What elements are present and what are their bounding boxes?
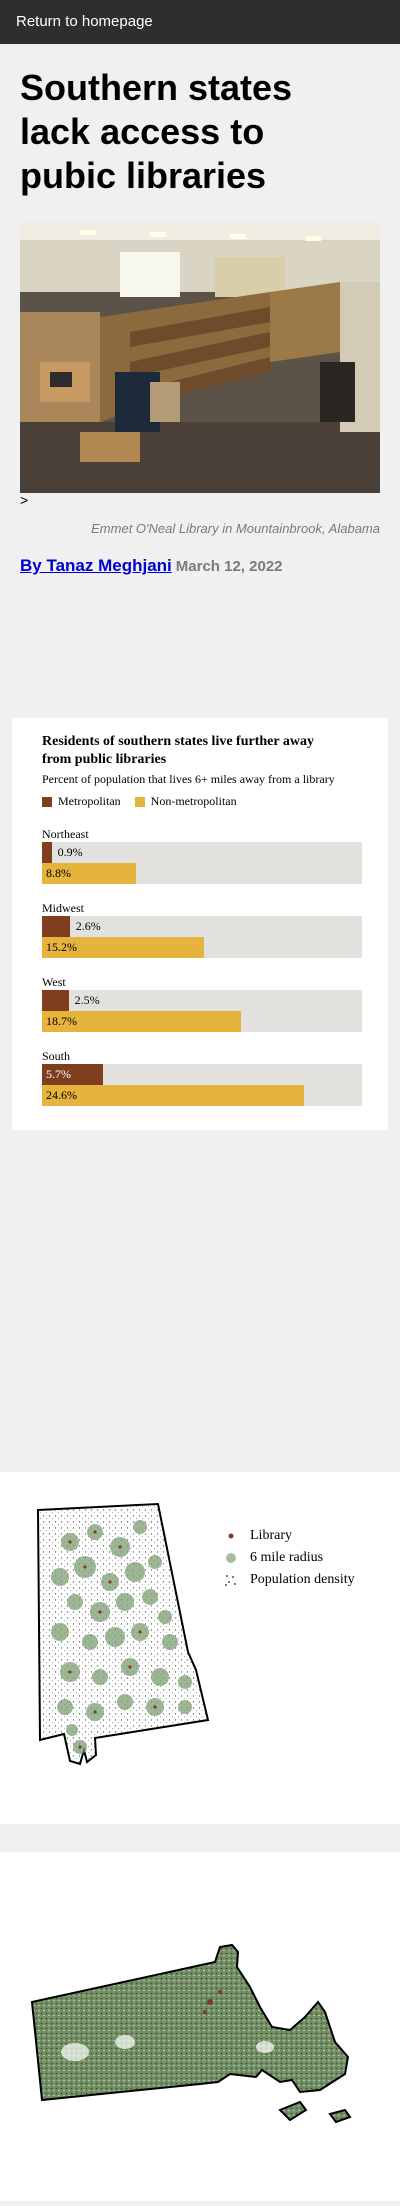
label-nonmetro-midwest: 15.2% [46,940,77,954]
map-legend-library-label: Library [250,1528,292,1543]
bar-metro-midwest [42,916,70,937]
label-nonmetro-south: 24.6% [46,1088,77,1102]
bar-track: 8.8% [42,863,362,884]
legend-label-metro: Metropolitan [58,794,121,808]
bar-track: 2.5% [42,990,362,1011]
label-nonmetro-northeast: 8.8% [46,866,71,880]
bar-track: 24.6% [42,1085,362,1106]
region-group-south: South 5.7% 24.6% [42,1048,362,1106]
bar-metro-west [42,990,69,1011]
map-legend-density-label: Population density [250,1572,355,1587]
label-nonmetro-west: 18.7% [46,1014,77,1028]
chart-subtitle: Percent of population that lives 6+ mile… [42,772,335,786]
stray-character: > [20,492,29,508]
label-metro-midwest: 2.6% [75,919,101,933]
region-group-midwest: Midwest 2.6% 15.2% [42,900,362,958]
bar-metro-northeast [42,842,52,863]
legend-swatch-metro [42,796,52,807]
publish-date: March 12, 2022 [175,558,283,575]
bar-chart-card: Residents of southern states live furthe… [12,718,388,1130]
chart-legend: Metropolitan Non-metropolitan [42,794,251,809]
library-photo [20,222,380,493]
legend-label-nonmetro: Non-metropolitan [150,794,237,808]
massachusetts-map [30,1943,352,2124]
photo-caption: Emmet O'Neal Library in Mountainbrook, A… [91,521,380,536]
island-nantucket [328,2108,352,2124]
chart-title: Residents of southern states live furthe… [42,734,314,767]
bar-track: 18.7% [42,1011,362,1032]
map-legend-radius-label: 6 mile radius [250,1550,324,1565]
byline: By Tanaz Meghjani March 12, 2022 [20,556,283,576]
legend-item-nonmetro: Non-metropolitan [134,794,237,809]
region-label: West [42,975,66,989]
label-metro-south: 5.7% [46,1067,71,1081]
legend-swatch-nonmetro [134,796,145,807]
region-label: Northeast [42,827,89,841]
massachusetts-outline [30,1943,350,2102]
region-label: South [42,1049,71,1063]
return-home-link[interactable]: Return to homepage [16,13,153,30]
massachusetts-map-panel [0,1852,400,2201]
region-group-west: West 2.5% 18.7% [42,974,362,1032]
bar-track: 15.2% [42,937,362,958]
label-metro-west: 2.5% [74,993,100,1007]
author-link[interactable]: By Tanaz Meghjani [20,556,172,575]
island-marthas-vineyard [278,2100,308,2122]
region-label: Midwest [42,901,84,915]
legend-item-metro: Metropolitan [42,794,121,809]
map-legend-library: Library [220,1525,355,1547]
map-legend: Library 6 mile radius Population density [220,1525,355,1591]
map-legend-density: Population density [220,1569,355,1591]
bar-nonmetro-south [42,1085,305,1106]
article-headline: Southern states lack access to pubic lib… [20,67,293,196]
region-group-northeast: Northeast 0.9% 8.8% [42,826,362,884]
bar-track: 5.7% [42,1064,362,1085]
bar-track: 2.6% [42,916,362,937]
map-legend-radius: 6 mile radius [220,1547,355,1569]
bar-track: 0.9% [42,842,362,863]
top-nav-bar: Return to homepage [0,0,400,44]
label-metro-northeast: 0.9% [57,845,83,859]
